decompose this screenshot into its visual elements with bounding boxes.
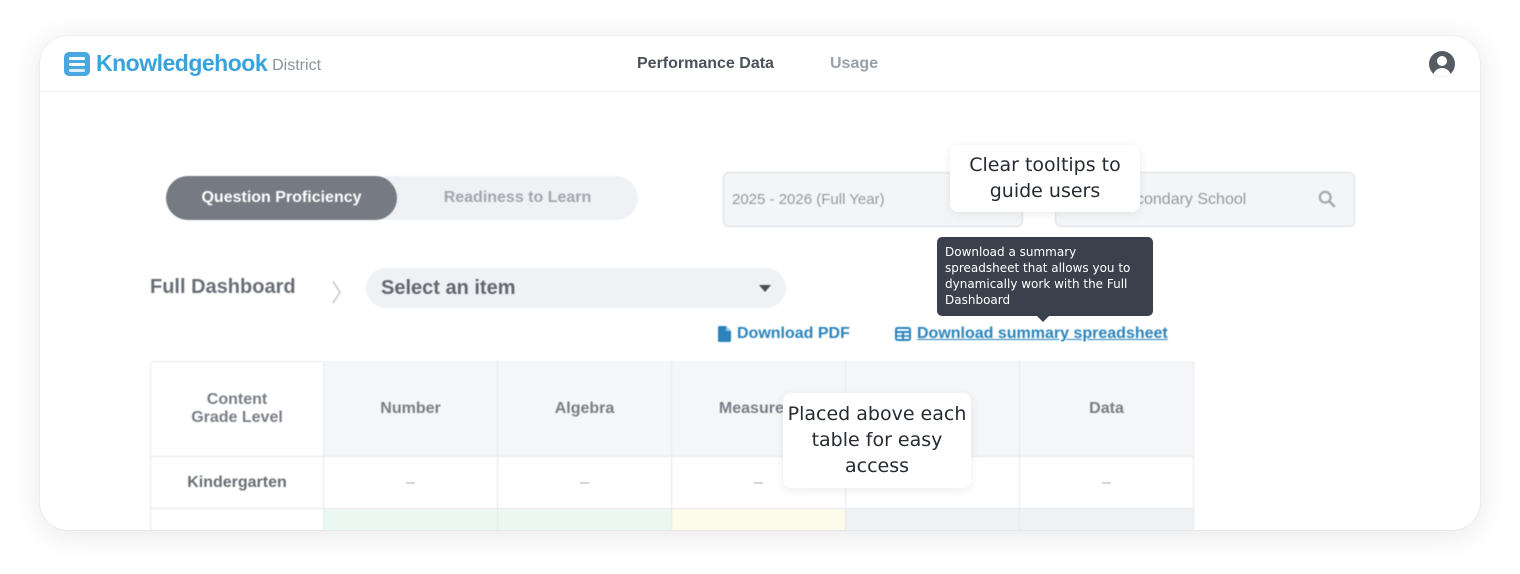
file-icon — [718, 326, 731, 342]
table-header-grade-level: Content Grade Level — [150, 361, 324, 457]
table-cell[interactable] — [498, 509, 672, 530]
table-cell[interactable] — [672, 509, 846, 530]
column-header-number[interactable]: Number — [324, 361, 498, 457]
callout-placed-above-table: Placed above each table for easy access — [783, 393, 971, 488]
caret-down-icon — [759, 285, 771, 292]
download-pdf-link[interactable]: Download PDF — [718, 325, 850, 343]
brand-logo[interactable]: Knowledgehook District — [64, 50, 321, 77]
download-spreadsheet-link[interactable]: Download summary spreadsheet — [895, 325, 1168, 343]
row-label-kindergarten: Kindergarten — [150, 457, 324, 509]
download-pdf-label: Download PDF — [737, 325, 850, 342]
table-cell[interactable] — [846, 509, 1020, 530]
user-circle-icon[interactable] — [1429, 51, 1455, 77]
item-select-dropdown[interactable]: Select an item — [366, 268, 786, 308]
breadcrumb-full-dashboard[interactable]: Full Dashboard — [150, 276, 296, 299]
view-toggle: Question Proficiency Readiness to Learn — [166, 176, 638, 220]
search-icon[interactable] — [1318, 190, 1336, 208]
table-row-partial — [150, 509, 1194, 530]
table-cell[interactable] — [1020, 509, 1194, 530]
toggle-question-proficiency[interactable]: Question Proficiency — [166, 176, 397, 220]
brand-suffix: District — [272, 57, 322, 74]
table-cell[interactable]: – — [1020, 457, 1194, 509]
download-spreadsheet-label: Download summary spreadsheet — [917, 325, 1168, 342]
item-select-placeholder: Select an item — [381, 277, 516, 299]
dashboard-content: Question Proficiency Readiness to Learn … — [40, 93, 1480, 530]
download-spreadsheet-tooltip: Download a summary spreadsheet that allo… — [937, 237, 1153, 322]
toggle-readiness-to-learn[interactable]: Readiness to Learn — [397, 176, 638, 220]
column-header-algebra[interactable]: Algebra — [498, 361, 672, 457]
nav-usage[interactable]: Usage — [830, 55, 878, 73]
nav-performance-data[interactable]: Performance Data — [637, 55, 774, 73]
top-navigation-bar: Knowledgehook District Performance Data … — [40, 36, 1480, 92]
knowledgehook-logo-icon — [64, 51, 90, 76]
table-icon — [895, 327, 911, 341]
proficiency-table: Content Grade Level Number Algebra Measur… — [150, 361, 1194, 530]
chevron-right-icon: 〉 — [331, 280, 355, 307]
table-cell[interactable]: – — [498, 457, 672, 509]
table-cell — [150, 509, 324, 530]
school-search-value: condary School — [1136, 191, 1247, 208]
table-header-row: Content Grade Level Number Algebra Measur… — [150, 361, 1194, 457]
app-window: Knowledgehook District Performance Data … — [40, 36, 1480, 530]
column-header-data[interactable]: Data — [1020, 361, 1194, 457]
callout-clear-tooltips: Clear tooltips to guide users — [950, 145, 1140, 212]
table-cell[interactable]: – — [324, 457, 498, 509]
table-row: Kindergarten – – – – – — [150, 457, 1194, 509]
table-cell[interactable] — [324, 509, 498, 530]
brand-name: Knowledgehook — [96, 50, 268, 76]
